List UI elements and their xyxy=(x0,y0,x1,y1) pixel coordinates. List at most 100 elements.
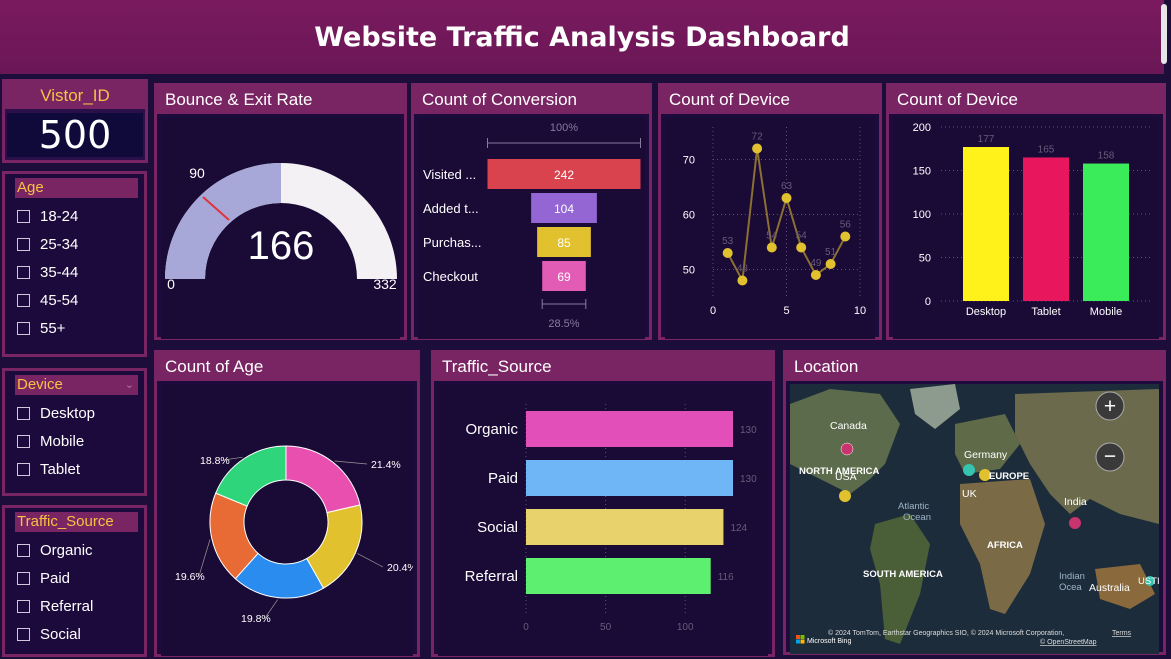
traffic-bar xyxy=(526,411,733,447)
traffic-option-organic[interactable]: Organic xyxy=(5,536,144,564)
y-tick-label: 60 xyxy=(683,210,695,222)
age-slicer: Age 18-24 25-34 35-44 45-54 55+ xyxy=(2,171,147,357)
map-terms-link[interactable]: Terms xyxy=(1112,630,1132,637)
funnel-card: Count of Conversion 100% 242 Visited ... 10… xyxy=(411,83,652,340)
age-slicer-title: Age xyxy=(15,178,138,198)
device-slicer-title[interactable]: Device ⌄ xyxy=(15,375,138,395)
gauge-value: 166 xyxy=(248,224,315,268)
checkbox[interactable] xyxy=(17,265,30,279)
device-bar-chart: 0 50 100 150 200 177 Desktop 165 Tablet 158 Mobile xyxy=(893,117,1159,339)
usa-marker[interactable] xyxy=(839,490,851,502)
x-tick-label: 0 xyxy=(710,305,716,317)
device-slicer-label: Device xyxy=(17,376,63,393)
checkbox[interactable] xyxy=(17,434,30,448)
donut-chart: 21.4% 20.4% 19.8% 19.6% 18.8% xyxy=(161,384,413,656)
chevron-down-icon[interactable]: ⌄ xyxy=(125,375,134,395)
age-option-35-44[interactable]: 35-44 xyxy=(5,258,144,286)
checkbox[interactable] xyxy=(17,406,30,420)
traffic-slicer-title: Traffic_Source xyxy=(15,512,138,532)
age-option-55-plus[interactable]: 55+ xyxy=(5,314,144,342)
traffic-option-label: Organic xyxy=(40,541,93,559)
device-option-desktop[interactable]: Desktop xyxy=(5,399,144,427)
checkbox[interactable] xyxy=(17,209,30,223)
traffic-bar-label: Referral xyxy=(465,568,518,585)
donut-slice-label: 18.8% xyxy=(200,455,230,467)
age-option-45-54[interactable]: 45-54 xyxy=(5,286,144,314)
traffic-option-social[interactable]: Social xyxy=(5,620,144,648)
checkbox[interactable] xyxy=(17,237,30,251)
line-chart: 50 60 70 0 5 10 53 48 72 54 63 54 4951 56 xyxy=(665,117,875,339)
line-point-label: 54 xyxy=(766,231,778,242)
map-label-ocean: Ocean xyxy=(903,512,931,523)
line-point-label: 48 xyxy=(737,264,749,275)
traffic-option-label: Paid xyxy=(40,569,71,587)
y-tick-label: 70 xyxy=(683,155,695,167)
checkbox[interactable] xyxy=(17,571,30,585)
traffic-option-label: Social xyxy=(40,625,81,643)
map-label-south-america: SOUTH AMERICA xyxy=(863,569,943,580)
checkbox[interactable] xyxy=(17,543,30,557)
device-bar-title: Count of Device xyxy=(889,86,1163,114)
zoom-out-button[interactable]: − xyxy=(1095,442,1125,472)
traffic-bar-value: 116 xyxy=(718,572,734,583)
line-point-label: 53 xyxy=(722,236,734,247)
line-point-label: 63 xyxy=(781,181,793,192)
device-bar xyxy=(1083,163,1129,301)
map-card: Location Canada Germany NORTH AMERICA EU… xyxy=(783,350,1166,655)
donut-slice xyxy=(285,445,361,514)
zoom-in-button[interactable]: + xyxy=(1095,391,1125,421)
kpi-card: Vistor_ID 500 xyxy=(2,79,148,163)
map-label-canada: Canada xyxy=(830,420,867,432)
line-point-label: 54 xyxy=(796,231,808,242)
funnel-title: Count of Conversion xyxy=(414,86,649,114)
map-label-uk: UK xyxy=(962,488,977,500)
canada-marker[interactable] xyxy=(840,442,854,456)
device-option-tablet[interactable]: Tablet xyxy=(5,455,144,483)
line-point-label: 49 xyxy=(810,258,822,269)
x-tick-label: 100 xyxy=(677,622,694,633)
world-map[interactable]: Canada Germany NORTH AMERICA EUROPE USA … xyxy=(790,384,1159,654)
age-option-25-34[interactable]: 25-34 xyxy=(5,230,144,258)
checkbox[interactable] xyxy=(17,293,30,307)
line-title: Count of Device xyxy=(661,86,879,114)
y-tick-label: 50 xyxy=(919,253,931,265)
traffic-bar xyxy=(526,460,733,496)
age-option-label: 18-24 xyxy=(40,207,79,225)
donut-leader-line xyxy=(334,460,368,465)
map-osm-link[interactable]: © OpenStreetMap xyxy=(1040,638,1097,646)
device-option-label: Desktop xyxy=(40,404,96,422)
y-tick-label: 50 xyxy=(683,265,695,277)
traffic-bar-card: Traffic_Source 0 50 100 Organic 130 Paid 130 So… xyxy=(431,350,775,657)
gauge-title: Bounce & Exit Rate xyxy=(157,86,404,114)
device-option-mobile[interactable]: Mobile xyxy=(5,427,144,455)
germany-marker[interactable] xyxy=(963,464,975,476)
traffic-option-referral[interactable]: Referral xyxy=(5,592,144,620)
age-option-label: 55+ xyxy=(40,319,66,337)
checkbox[interactable] xyxy=(17,599,30,613)
y-tick-label: 150 xyxy=(913,166,931,178)
traffic-bar-chart: 0 50 100 Organic 130 Paid 130 Social 124 Referral… xyxy=(438,384,768,656)
age-option-label: 45-54 xyxy=(40,291,79,309)
gauge-chart: 166 90 0 332 xyxy=(161,117,400,339)
india-marker[interactable] xyxy=(1069,517,1081,529)
checkbox[interactable] xyxy=(17,462,30,476)
device-option-label: Tablet xyxy=(40,460,81,478)
page-title: Website Traffic Analysis Dashboard xyxy=(314,21,850,53)
scrollbar[interactable] xyxy=(1161,4,1167,64)
funnel-bar-value: 242 xyxy=(554,168,574,182)
checkbox[interactable] xyxy=(17,627,30,641)
minus-icon: − xyxy=(1104,445,1116,468)
checkbox[interactable] xyxy=(17,321,30,335)
gauge-card: Bounce & Exit Rate 166 90 0 332 xyxy=(154,83,407,340)
donut-leader-line xyxy=(357,553,384,568)
x-tick-label: 50 xyxy=(600,622,612,633)
age-option-label: 25-34 xyxy=(40,235,79,253)
funnel-stage-label: Checkout xyxy=(423,269,478,284)
device-bar xyxy=(1023,157,1069,301)
age-option-18-24[interactable]: 18-24 xyxy=(5,202,144,230)
traffic-bar xyxy=(526,558,711,594)
funnel-bar-value: 104 xyxy=(554,202,574,216)
traffic-option-paid[interactable]: Paid xyxy=(5,564,144,592)
line-point-label: 72 xyxy=(752,132,764,143)
x-tick-label: 0 xyxy=(523,622,529,633)
